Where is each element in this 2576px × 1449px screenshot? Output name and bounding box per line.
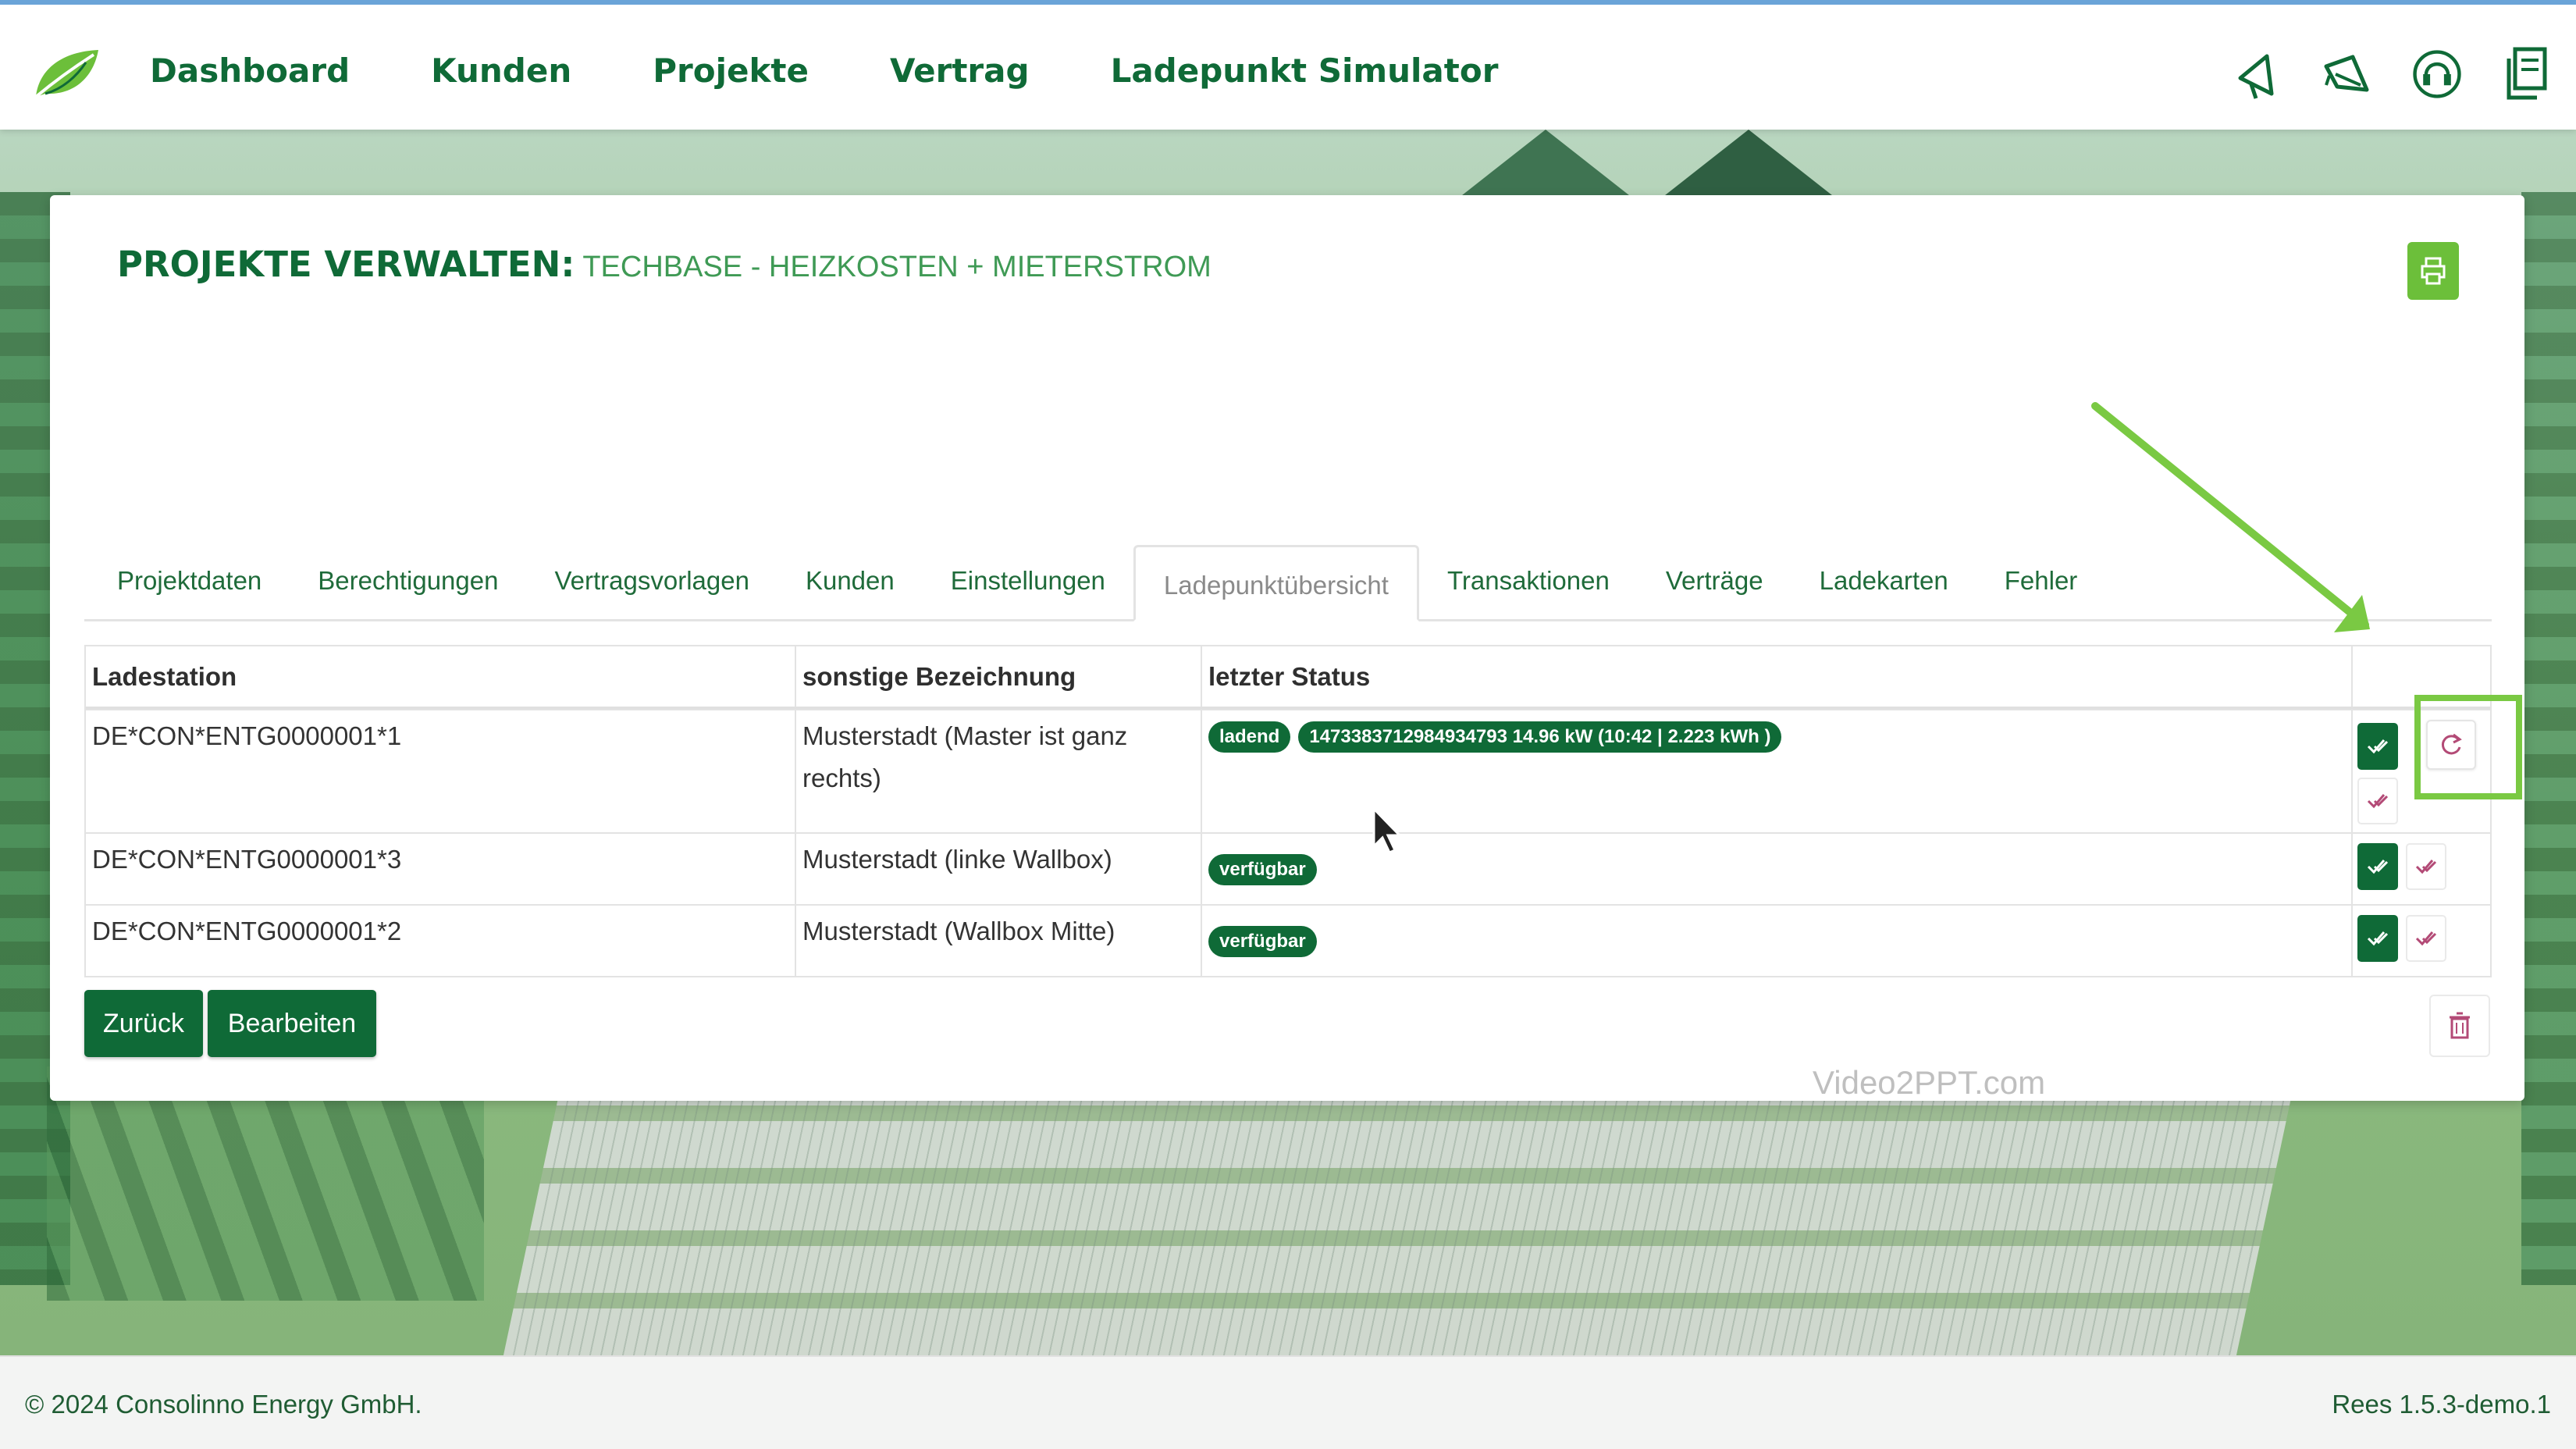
table-row: DE*CON*ENTG0000001*2 Musterstadt (Wallbo… [86, 904, 2490, 976]
check-button[interactable] [2406, 843, 2446, 890]
tab-ladekarten[interactable]: Ladekarten [1791, 543, 1976, 619]
check-button[interactable] [2406, 915, 2446, 962]
megaphone-icon[interactable] [2231, 44, 2281, 105]
row-actions [2353, 834, 2490, 904]
page-title-project: TECHBASE - HEIZKOSTEN + MIETERSTROM [582, 251, 1212, 283]
forest-right [2521, 192, 2576, 1285]
ground-trees [47, 1066, 484, 1301]
station-label: Musterstadt (Wallbox Mitte) [796, 906, 1202, 976]
delete-button[interactable] [2429, 995, 2490, 1057]
double-check-icon [2367, 739, 2389, 754]
station-id: DE*CON*ENTG0000001*1 [86, 710, 796, 832]
double-check-icon [2415, 931, 2437, 946]
solar-panels [503, 1098, 2292, 1355]
tab-vertragsvorlagen[interactable]: Vertragsvorlagen [526, 543, 777, 619]
support-headset-icon[interactable] [2412, 44, 2462, 105]
nav-dashboard[interactable]: Dashboard [150, 52, 350, 90]
table-row: DE*CON*ENTG0000001*1 Musterstadt (Master… [86, 709, 2490, 832]
tab-berechtigungen[interactable]: Berechtigungen [290, 543, 526, 619]
double-check-icon [2367, 860, 2389, 874]
page-title: PROJEKTE VERWALTEN: TECHBASE - HEIZKOSTE… [117, 244, 1212, 285]
nav-kunden[interactable]: Kunden [431, 52, 571, 90]
check-button[interactable] [2357, 778, 2398, 824]
table-row: DE*CON*ENTG0000001*3 Musterstadt (linke … [86, 832, 2490, 904]
tab-transaktionen[interactable]: Transaktionen [1419, 543, 1638, 619]
top-icon-group [2231, 44, 2553, 105]
printer-icon [2421, 257, 2446, 285]
nav-ladepunkt-simulator[interactable]: Ladepunkt Simulator [1111, 52, 1499, 90]
footer: © 2024 Consolinno Energy GmbH. Rees 1.5.… [0, 1355, 2576, 1449]
station-id: DE*CON*ENTG0000001*2 [86, 906, 796, 976]
main-nav: Dashboard Kunden Projekte Vertrag Ladepu… [150, 52, 1498, 90]
double-check-icon [2415, 860, 2437, 874]
page-title-main: PROJEKTE VERWALTEN: [117, 244, 575, 285]
leaf-logo-icon[interactable] [31, 45, 103, 103]
documents-icon[interactable] [2503, 44, 2553, 105]
row-actions [2353, 906, 2490, 976]
tab-vertraege[interactable]: Verträge [1638, 543, 1791, 619]
chargepoint-table: Ladestation sonstige Bezeichnung letzter… [84, 645, 2492, 977]
station-id: DE*CON*ENTG0000001*3 [86, 834, 796, 904]
highlight-box [2414, 695, 2522, 799]
trash-icon [2450, 1012, 2470, 1039]
column-header-ladestation: Ladestation [86, 646, 796, 707]
double-check-icon [2367, 794, 2389, 809]
back-button[interactable]: Zurück [84, 990, 203, 1057]
tab-ladepunktuebersicht[interactable]: Ladepunktübersicht [1133, 545, 1419, 621]
nav-projekte[interactable]: Projekte [653, 52, 809, 90]
transaction-badge: 1473383712984934793 14.96 kW (10:42 | 2.… [1298, 721, 1782, 753]
top-navbar: Dashboard Kunden Projekte Vertrag Ladepu… [0, 0, 2576, 130]
version-text: Rees 1.5.3-demo.1 [2332, 1390, 2551, 1419]
tab-einstellungen[interactable]: Einstellungen [923, 543, 1133, 619]
annotation-arrow-icon [2091, 402, 2370, 632]
status-badge: ladend [1208, 721, 1291, 753]
nav-vertrag[interactable]: Vertrag [890, 52, 1030, 90]
column-header-bezeichnung: sonstige Bezeichnung [796, 646, 1202, 707]
confirm-button[interactable] [2357, 843, 2398, 890]
station-label: Musterstadt (linke Wallbox) [796, 834, 1202, 904]
copyright-text: © 2024 Consolinno Energy GmbH. [25, 1390, 422, 1419]
watermark: Video2PPT.com [1813, 1064, 2046, 1101]
bullhorn-icon[interactable] [2322, 44, 2371, 105]
print-button[interactable] [2407, 242, 2459, 300]
confirm-button[interactable] [2357, 723, 2398, 770]
tab-kunden[interactable]: Kunden [777, 543, 923, 619]
mouse-cursor-icon [1372, 807, 1402, 854]
station-label: Musterstadt (Master ist ganz rechts) [796, 710, 1202, 832]
status-badge: verfügbar [1208, 854, 1317, 885]
tab-projektdaten[interactable]: Projektdaten [101, 543, 290, 619]
double-check-icon [2367, 931, 2389, 946]
status-badge: verfügbar [1208, 926, 1317, 957]
confirm-button[interactable] [2357, 915, 2398, 962]
status-cell: verfügbar [1202, 906, 2353, 976]
edit-button[interactable]: Bearbeiten [208, 990, 376, 1057]
